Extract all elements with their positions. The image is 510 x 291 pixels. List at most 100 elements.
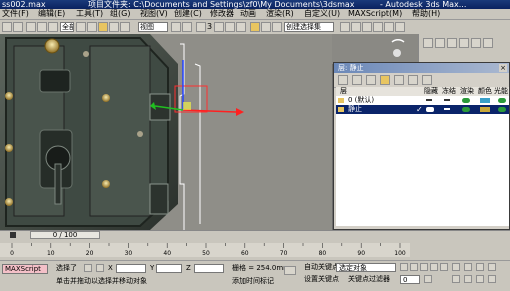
zoom-extents-all-icon[interactable]: [488, 263, 496, 271]
angle-snap-icon[interactable]: [214, 22, 224, 32]
col-freeze[interactable]: 冻结: [442, 87, 456, 96]
menu-modifiers[interactable]: 修改器: [210, 9, 234, 19]
scale-icon[interactable]: [120, 22, 130, 32]
absolute-mode-icon[interactable]: [96, 264, 104, 272]
autokey-label[interactable]: 自动关键点: [304, 263, 339, 272]
manipulate-icon[interactable]: [182, 22, 192, 32]
layer-color-swatch[interactable]: [480, 98, 490, 103]
maximize-viewport-icon[interactable]: [488, 275, 496, 283]
curve-editor-icon[interactable]: [340, 22, 350, 32]
modify-tab-icon[interactable]: [435, 38, 445, 48]
schematic-icon[interactable]: [351, 22, 361, 32]
perspective-viewport[interactable]: [0, 34, 332, 230]
select-layer-icon[interactable]: [380, 75, 390, 85]
align-icon[interactable]: [261, 22, 271, 32]
render-icon[interactable]: [384, 22, 394, 32]
render-setup-icon[interactable]: [373, 22, 383, 32]
spinner-snap-icon[interactable]: [236, 22, 246, 32]
reference-coord-select[interactable]: 视图: [138, 22, 168, 32]
menu-tools[interactable]: 工具(T): [76, 9, 103, 19]
select-icon[interactable]: [76, 22, 86, 32]
menu-customize[interactable]: 自定义(U): [304, 9, 340, 19]
play-icon[interactable]: [420, 263, 428, 271]
zoom-icon[interactable]: [452, 263, 460, 271]
select-by-name-icon[interactable]: [87, 22, 97, 32]
menu-file[interactable]: 文件(F): [2, 9, 29, 19]
freeze-dash-icon[interactable]: [444, 108, 450, 110]
lock-selection-icon[interactable]: [84, 264, 92, 272]
setkey-label[interactable]: 设置关键点: [304, 275, 339, 284]
filter-select[interactable]: 全部: [60, 22, 74, 32]
menu-edit[interactable]: 编辑(E): [38, 9, 65, 19]
time-slider-left-icon[interactable]: [10, 232, 16, 238]
y-coord-input[interactable]: [156, 264, 182, 273]
move-icon[interactable]: [98, 22, 108, 32]
z-coord-input[interactable]: [194, 264, 224, 273]
freeze-dash-icon[interactable]: [444, 99, 450, 101]
menu-help[interactable]: 帮助(H): [412, 9, 440, 19]
rotate-icon[interactable]: [109, 22, 119, 32]
col-hide[interactable]: 隐藏: [424, 87, 438, 96]
redo-icon[interactable]: [13, 22, 23, 32]
fov-icon[interactable]: [452, 275, 460, 283]
snap-icon[interactable]: [196, 22, 206, 32]
render-teapot-icon[interactable]: [462, 98, 470, 103]
undo-icon[interactable]: [2, 22, 12, 32]
key-filters-button[interactable]: 关键点过滤器: [348, 275, 390, 284]
key-icon[interactable]: [284, 266, 296, 275]
render-teapot-icon[interactable]: [462, 107, 470, 112]
col-render[interactable]: 渲染: [460, 87, 474, 96]
hierarchy-tab-icon[interactable]: [447, 38, 457, 48]
layer-manager-icon[interactable]: [272, 22, 282, 32]
percent-snap-icon[interactable]: [225, 22, 235, 32]
material-editor-icon[interactable]: [362, 22, 372, 32]
zoom-extents-icon[interactable]: [476, 263, 484, 271]
col-color[interactable]: 颜色: [478, 87, 492, 96]
close-icon[interactable]: ×: [499, 64, 507, 72]
layer-row-selected[interactable]: 静止 ✓: [336, 105, 509, 114]
display-tab-icon[interactable]: [471, 38, 481, 48]
col-radiosity[interactable]: 光能: [494, 87, 508, 96]
delete-layer-icon[interactable]: [352, 75, 362, 85]
layer-row[interactable]: 0 (默认): [336, 96, 509, 105]
menu-animation[interactable]: 动画: [240, 9, 256, 19]
time-config-icon[interactable]: [424, 275, 432, 283]
time-slider[interactable]: 0 / 100: [30, 231, 100, 239]
pivot-icon[interactable]: [171, 22, 181, 32]
add-to-layer-icon[interactable]: [366, 75, 376, 85]
menu-group[interactable]: 组(G): [110, 9, 130, 19]
new-layer-icon[interactable]: [338, 75, 348, 85]
menu-views[interactable]: 视图(V): [140, 9, 168, 19]
frame-ruler[interactable]: 0 10 20 30 40 50 60 70 80 90 100: [0, 243, 410, 257]
menu-maxscript[interactable]: MAXScript(M): [348, 9, 402, 19]
add-time-tag[interactable]: 添加时间标记: [232, 277, 274, 286]
hide-all-icon[interactable]: [408, 75, 418, 85]
quick-render-icon[interactable]: [395, 22, 405, 32]
selection-set-input[interactable]: 创建选择集: [284, 22, 334, 32]
mirror-icon[interactable]: [250, 22, 260, 32]
unlink-icon[interactable]: [37, 22, 47, 32]
pan-icon[interactable]: [464, 275, 472, 283]
orbit-icon[interactable]: [476, 275, 484, 283]
radiosity-teapot-icon[interactable]: [498, 98, 506, 103]
menu-rendering[interactable]: 渲染(R): [266, 9, 294, 19]
link-icon[interactable]: [26, 22, 36, 32]
motion-tab-icon[interactable]: [459, 38, 469, 48]
prev-frame-icon[interactable]: [410, 263, 418, 271]
highlight-layer-icon[interactable]: [394, 75, 404, 85]
col-layer[interactable]: 层: [340, 87, 347, 96]
utilities-tab-icon[interactable]: [483, 38, 493, 48]
current-frame-input[interactable]: 0: [400, 275, 420, 284]
zoom-all-icon[interactable]: [464, 263, 472, 271]
next-frame-icon[interactable]: [430, 263, 438, 271]
hide-eye-icon[interactable]: [426, 107, 434, 112]
hide-dash-icon[interactable]: [426, 99, 432, 101]
maxscript-listener[interactable]: MAXScript: [2, 264, 48, 274]
layer-color-swatch[interactable]: [480, 107, 490, 112]
x-coord-input[interactable]: [116, 264, 146, 273]
freeze-all-icon[interactable]: [422, 75, 432, 85]
create-tab-icon[interactable]: [423, 38, 433, 48]
radiosity-teapot-icon[interactable]: [498, 107, 506, 112]
menu-create[interactable]: 创建(C): [174, 9, 202, 19]
goto-start-icon[interactable]: [400, 263, 408, 271]
